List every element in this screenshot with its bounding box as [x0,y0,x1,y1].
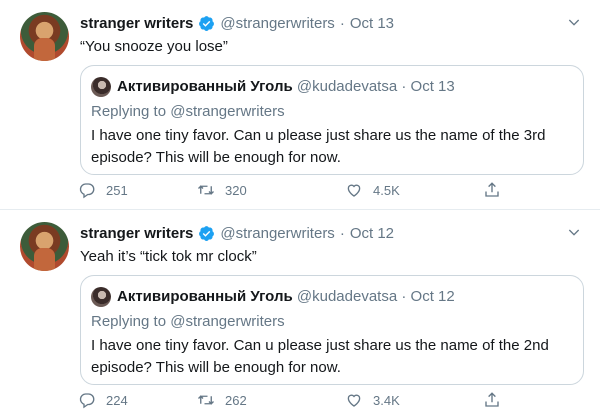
share-button[interactable] [483,181,511,199]
quoted-text: I have one tiny favor. Can u please just… [91,337,549,376]
replying-mention: @strangerwriters [170,313,285,330]
tweet-date[interactable]: Oct 12 [350,225,394,242]
author-handle[interactable]: @strangerwriters [220,15,334,32]
quoted-avatar [91,287,111,307]
author-name[interactable]: stranger writers [80,225,193,242]
verified-badge-icon [199,225,215,241]
avatar[interactable] [20,222,69,271]
quoted-handle: @kudadevatsa [296,288,398,305]
like-count: 4.5K [373,182,400,198]
retweet-icon [198,395,214,405]
like-icon [347,184,361,197]
tweet-header: stranger writers @strangerwriters · Oct … [80,224,394,242]
replying-to: Replying to @strangerwriters [91,103,285,120]
replying-mention: @strangerwriters [170,103,285,120]
chevron-down-icon[interactable] [566,224,582,240]
replying-label: Replying to [91,313,167,330]
quoted-author-name: Активированный Уголь [117,78,293,95]
tweet-header: stranger writers @strangerwriters · Oct … [80,14,394,32]
share-button[interactable] [483,391,511,409]
quoted-tweet[interactable]: Активированный Уголь @kudadevatsa · Oct … [80,65,584,175]
like-button[interactable]: 4.5K [345,181,400,199]
like-count: 3.4K [373,392,400,408]
like-button[interactable]: 3.4K [345,391,400,409]
quoted-author-name: Активированный Уголь [117,288,293,305]
quoted-tweet[interactable]: Активированный Уголь @kudadevatsa · Oct … [80,275,584,385]
reply-icon [79,393,95,409]
action-bar: 224 262 3.4K [78,391,508,411]
share-icon [485,392,499,407]
verified-badge-icon [199,15,215,31]
retweet-icon [198,185,214,195]
author-handle[interactable]: @strangerwriters [220,225,334,242]
reply-count: 251 [106,182,128,198]
tweet-text: Yeah it’s “tick tok mr clock” [80,248,257,265]
action-bar: 251 320 4.5K [78,181,508,201]
retweet-count: 320 [225,182,247,198]
quoted-header: Активированный Уголь @kudadevatsa · Oct … [117,78,455,95]
separator: · [401,288,407,305]
reply-icon [79,183,95,199]
replying-label: Replying to [91,103,167,120]
tweet[interactable]: stranger writers @strangerwriters · Oct … [0,210,600,415]
quoted-date: Oct 13 [410,78,455,95]
quoted-header: Активированный Уголь @kudadevatsa · Oct … [117,288,455,305]
quoted-handle: @kudadevatsa [296,78,398,95]
reply-button[interactable]: 251 [78,181,128,199]
separator: · [401,78,407,95]
quoted-date: Oct 12 [410,288,455,305]
like-icon [347,394,361,407]
retweet-button[interactable]: 320 [197,181,247,199]
reply-count: 224 [106,392,128,408]
retweet-count: 262 [225,392,247,408]
replying-to: Replying to @strangerwriters [91,313,285,330]
tweet-date[interactable]: Oct 13 [350,15,394,32]
quoted-text: I have one tiny favor. Can u please just… [91,127,546,166]
tweet[interactable]: stranger writers @strangerwriters · Oct … [0,0,600,210]
retweet-button[interactable]: 262 [197,391,247,409]
separator: · [339,224,345,242]
tweet-text: “You snooze you lose” [80,38,228,55]
quoted-avatar [91,77,111,97]
chevron-down-icon[interactable] [566,14,582,30]
separator: · [339,14,345,32]
author-name[interactable]: stranger writers [80,15,193,32]
share-icon [485,182,499,197]
avatar[interactable] [20,12,69,61]
reply-button[interactable]: 224 [78,391,128,409]
